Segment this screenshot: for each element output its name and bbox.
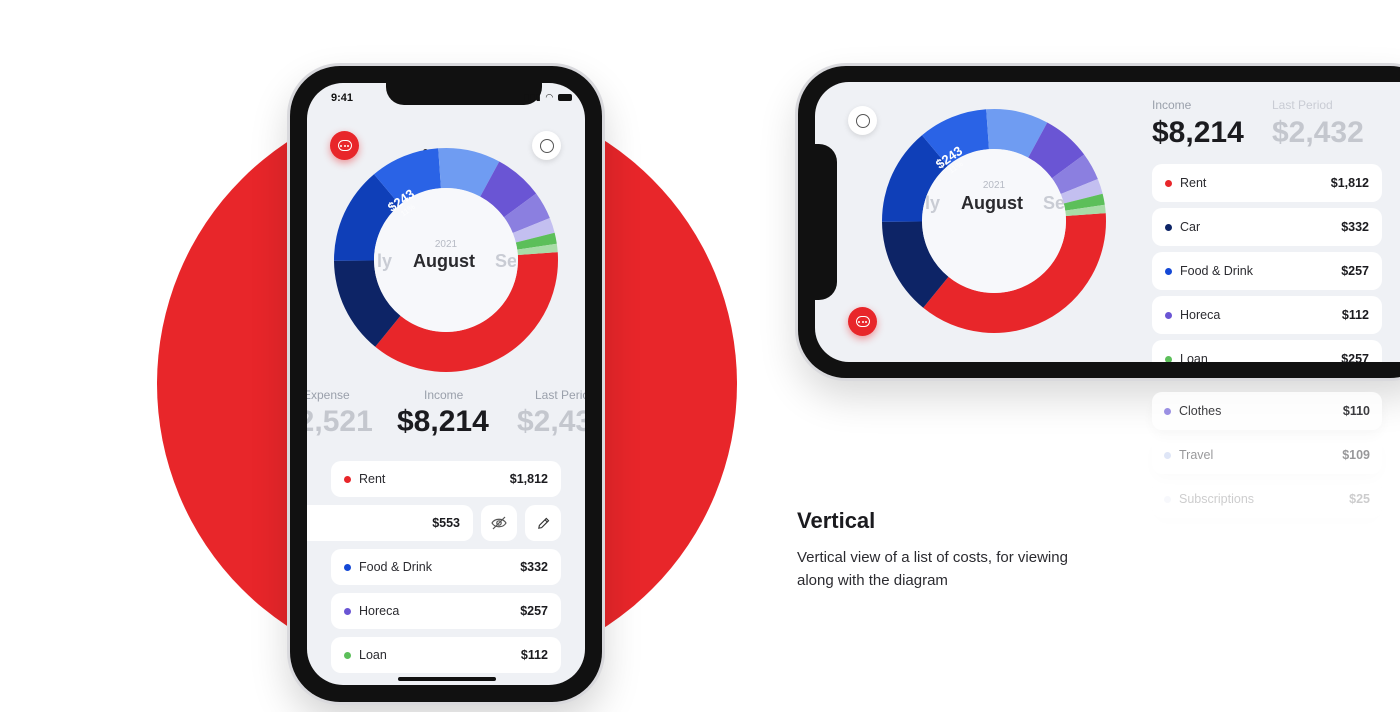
portrait-phone-frame: 9:41 ▮▮▮ ◠ $243 11% 2021 July August Sep… bbox=[290, 66, 602, 702]
row-amount: $110 bbox=[1342, 404, 1370, 418]
expense-row-clothes[interactable]: Clothes $110 bbox=[1152, 392, 1382, 430]
category-dot bbox=[344, 563, 351, 571]
row-name: Clothes bbox=[1179, 404, 1222, 418]
stats-carousel[interactable]: Expense $2,521 Income $8,214 Last Period… bbox=[307, 383, 585, 445]
category-dot bbox=[1164, 451, 1171, 459]
row-name: Horeca bbox=[1180, 308, 1221, 322]
category-dot bbox=[344, 475, 351, 483]
row-amount: $109 bbox=[1342, 448, 1370, 462]
month-prev[interactable]: July bbox=[924, 193, 940, 214]
month-current[interactable]: August bbox=[961, 193, 1023, 214]
month-prev[interactable]: July bbox=[376, 251, 392, 272]
row-amount: $257 bbox=[1341, 264, 1369, 278]
expense-row-car[interactable]: Car $332 bbox=[1152, 208, 1382, 246]
stat-value-income: $8,214 bbox=[397, 405, 489, 438]
category-dot bbox=[1165, 267, 1172, 275]
row-name: Car bbox=[1180, 220, 1201, 234]
row-name: Horeca bbox=[359, 604, 400, 618]
category-dot bbox=[1164, 495, 1171, 503]
row-amount: $1,812 bbox=[1330, 176, 1369, 190]
overflow-expense-list: Clothes $110 Travel $109 Subscriptions $… bbox=[1152, 346, 1382, 524]
category-dot bbox=[344, 607, 351, 615]
stat-label-income: Income bbox=[1152, 98, 1192, 112]
home-indicator bbox=[398, 677, 496, 681]
row-name: Food & Drink bbox=[359, 560, 432, 574]
pencil-icon bbox=[537, 517, 549, 529]
ring-icon bbox=[855, 113, 870, 128]
expense-row-loan[interactable]: Loan $112 bbox=[331, 637, 561, 673]
expense-row-swiped[interactable]: $553 bbox=[307, 505, 473, 541]
expense-row-food-drink[interactable]: Food & Drink $332 bbox=[331, 549, 561, 585]
caption-text: Vertical view of a list of costs, for vi… bbox=[797, 549, 1068, 589]
row-amount: $257 bbox=[520, 604, 548, 618]
stat-label-income: Income bbox=[424, 388, 464, 402]
category-dot bbox=[1165, 311, 1172, 319]
expense-row-horeca[interactable]: Horeca $257 bbox=[331, 593, 561, 629]
row-amount: $1,812 bbox=[509, 472, 548, 486]
eye-off-icon bbox=[491, 516, 507, 530]
month-next[interactable]: September bbox=[495, 251, 516, 272]
month-next[interactable]: September bbox=[1043, 193, 1064, 214]
stat-label-last-period: Last Period bbox=[1272, 98, 1333, 112]
chat-button[interactable] bbox=[848, 307, 877, 336]
status-time: 9:41 bbox=[331, 92, 354, 104]
expense-row-subscriptions[interactable]: Subscriptions $25 bbox=[1152, 480, 1382, 518]
row-amount: $332 bbox=[520, 560, 548, 574]
year-label: 2021 bbox=[982, 180, 1006, 191]
stat-value-last-period: $2,432 bbox=[517, 405, 585, 438]
battery-icon bbox=[557, 94, 572, 102]
stat-label-last-period: Last Period bbox=[535, 388, 585, 402]
row-name: Travel bbox=[1179, 448, 1214, 462]
row-amount: $553 bbox=[432, 516, 460, 530]
wifi-icon: ◠ bbox=[545, 92, 555, 102]
signal-icon: ▮▮▮ bbox=[524, 92, 542, 102]
category-dot bbox=[1165, 223, 1172, 231]
row-name: Rent bbox=[359, 472, 386, 486]
row-name: Subscriptions bbox=[1179, 492, 1255, 506]
row-amount: $332 bbox=[1341, 220, 1369, 234]
row-name: Loan bbox=[359, 648, 387, 662]
month-selector[interactable]: July August September bbox=[376, 249, 516, 279]
row-amount: $112 bbox=[520, 648, 548, 662]
landscape-screen: $243 11% 2021 July August September Inco… bbox=[815, 82, 1400, 362]
expense-donut-chart[interactable] bbox=[881, 108, 1107, 334]
portrait-screen: 9:41 ▮▮▮ ◠ $243 11% 2021 July August Sep… bbox=[307, 83, 585, 685]
chat-icon bbox=[855, 316, 870, 327]
month-selector[interactable]: July August September bbox=[924, 191, 1064, 221]
category-dot bbox=[344, 651, 351, 659]
row-name: Food & Drink bbox=[1180, 264, 1253, 278]
notch bbox=[815, 144, 837, 300]
stat-value-expense: $2,521 bbox=[307, 405, 373, 438]
row-amount: $25 bbox=[1349, 492, 1370, 506]
expense-row-rent[interactable]: Rent $1,812 bbox=[331, 461, 561, 497]
hide-button[interactable] bbox=[481, 505, 517, 541]
expense-row-rent[interactable]: Rent $1,812 bbox=[1152, 164, 1382, 202]
stat-value-last-period: $2,432 bbox=[1272, 116, 1364, 149]
notch bbox=[386, 83, 542, 105]
category-dot bbox=[1165, 179, 1172, 187]
landscape-phone-frame: $243 11% 2021 July August September Inco… bbox=[798, 66, 1400, 378]
row-amount: $112 bbox=[1341, 308, 1369, 322]
expense-row-food-drink[interactable]: Food & Drink $257 bbox=[1152, 252, 1382, 290]
category-dot bbox=[1164, 407, 1171, 415]
stat-label-expense: Expense bbox=[307, 388, 350, 402]
row-name: Rent bbox=[1180, 176, 1207, 190]
loading-ring-button[interactable] bbox=[848, 106, 877, 135]
caption-title: Vertical bbox=[797, 508, 876, 533]
stat-value-income: $8,214 bbox=[1152, 116, 1244, 149]
month-current[interactable]: August bbox=[413, 251, 475, 272]
edit-button[interactable] bbox=[525, 505, 561, 541]
expense-row-horeca[interactable]: Horeca $112 bbox=[1152, 296, 1382, 334]
status-icons: ▮▮▮ ◠ bbox=[524, 92, 572, 103]
expense-row-travel[interactable]: Travel $109 bbox=[1152, 436, 1382, 474]
